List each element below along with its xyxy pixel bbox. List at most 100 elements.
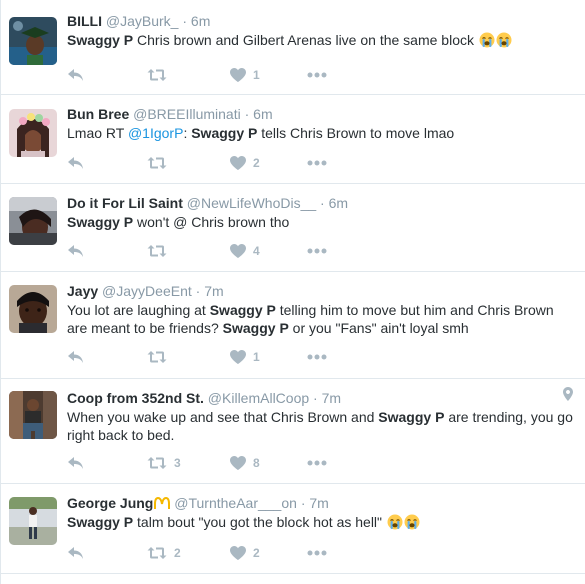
like-button[interactable]: 1	[230, 348, 260, 366]
tweet-text: Swaggy P talm bout "you got the block ho…	[67, 513, 575, 531]
tweet-text: Swaggy P won't @ Chris brown tho	[67, 213, 575, 231]
retweet-button[interactable]: 3	[147, 454, 181, 472]
more-options-icon	[307, 354, 327, 360]
highlighted-term: Swaggy P	[67, 32, 134, 48]
more-options-icon	[307, 550, 327, 556]
retweet-button[interactable]: 2	[147, 544, 181, 562]
display-name[interactable]: Do it For Lil Saint	[67, 195, 183, 211]
tweet-actions: 38	[67, 454, 367, 472]
more-button[interactable]	[307, 66, 327, 84]
more-button[interactable]	[307, 154, 327, 172]
timeline-feed: BILLI @JayBurk_ · 6m Swaggy P Chris brow…	[0, 0, 585, 584]
avatar[interactable]	[9, 285, 57, 333]
reply-icon	[67, 350, 84, 364]
timestamp[interactable]: 7m	[322, 390, 341, 406]
like-button[interactable]: 2	[230, 544, 260, 562]
reply-button[interactable]	[67, 242, 91, 260]
username[interactable]: @JayyDeeEnt	[102, 283, 192, 299]
avatar[interactable]	[9, 197, 57, 245]
tweet[interactable]: BILLI @JayBurk_ · 6m Swaggy P Chris brow…	[1, 0, 585, 95]
display-name[interactable]: BILLI	[67, 13, 102, 29]
text-segment: won't @ Chris brown tho	[133, 214, 290, 230]
avatar[interactable]	[9, 391, 57, 439]
tweet-actions: 22	[67, 544, 367, 562]
like-button[interactable]: 1	[230, 66, 260, 84]
retweet-button[interactable]	[147, 154, 174, 172]
username[interactable]: @NewLifeWhoDis__	[187, 195, 316, 211]
more-options-icon	[307, 160, 327, 166]
like-button[interactable]: 8	[230, 454, 260, 472]
more-button[interactable]	[307, 544, 327, 562]
text-segment: tells Chris Brown to move lmao	[257, 125, 455, 141]
text-segment: or you "Fans" ain't loyal smh	[288, 320, 469, 336]
like-button[interactable]: 4	[230, 242, 260, 260]
separator: ·	[313, 390, 318, 406]
like-count: 2	[253, 546, 260, 560]
highlighted-term: Swaggy P	[209, 302, 276, 318]
crying-face-emoji-icon	[479, 32, 495, 48]
timestamp[interactable]: 6m	[191, 13, 210, 29]
tweet[interactable]: Bun Bree @BREEIlluminati · 6m Lmao RT @1…	[1, 95, 585, 184]
reply-icon	[67, 68, 84, 82]
reply-button[interactable]	[67, 348, 91, 366]
tweet-header: BILLI @JayBurk_ · 6m	[67, 12, 575, 30]
reply-button[interactable]	[67, 154, 91, 172]
username[interactable]: @BREEIlluminati	[133, 106, 241, 122]
text-segment: Chris brown and Gilbert Arenas live on t…	[133, 32, 478, 48]
tweet-header: Do it For Lil Saint @NewLifeWhoDis__ · 6…	[67, 194, 575, 212]
tweet-content: Do it For Lil Saint @NewLifeWhoDis__ · 6…	[67, 184, 575, 231]
avatar[interactable]	[9, 497, 57, 545]
display-name[interactable]: George Jung	[67, 495, 153, 511]
display-name[interactable]: Coop from 352nd St.	[67, 390, 204, 406]
retweet-icon	[147, 156, 167, 170]
more-button[interactable]	[307, 348, 327, 366]
tweet-text: Lmao RT @1IgorP: Swaggy P tells Chris Br…	[67, 124, 575, 142]
tweet-actions: 1	[67, 348, 367, 366]
tweet-text: You lot are laughing at Swaggy P telling…	[67, 301, 575, 337]
timestamp[interactable]: 7m	[309, 495, 328, 511]
text-segment: talm bout "you got the block hot as hell…	[133, 514, 386, 530]
reply-icon	[67, 546, 84, 560]
display-name[interactable]: Bun Bree	[67, 106, 129, 122]
retweet-icon	[147, 456, 167, 470]
tweet[interactable]: Jayy @JayyDeeEnt · 7m You lot are laughi…	[1, 272, 585, 379]
timestamp[interactable]: 6m	[253, 106, 272, 122]
reply-icon	[67, 244, 84, 258]
more-options-icon	[307, 72, 327, 78]
avatar[interactable]	[9, 109, 57, 157]
highlighted-term: Swaggy P	[191, 125, 258, 141]
retweet-button[interactable]	[147, 66, 174, 84]
tweet-content: Jayy @JayyDeeEnt · 7m You lot are laughi…	[67, 272, 575, 337]
separator: ·	[300, 495, 306, 511]
tweet[interactable]: Coop from 352nd St. @KillemAllCoop · 7m …	[1, 379, 585, 484]
username[interactable]: @KillemAllCoop	[208, 390, 309, 406]
display-name[interactable]: Jayy	[67, 283, 98, 299]
tweet-actions: 4	[67, 242, 367, 260]
username[interactable]: @JayBurk_	[106, 13, 179, 29]
separator: ·	[182, 13, 188, 29]
highlighted-term: Swaggy P	[378, 409, 445, 425]
retweet-icon	[147, 350, 167, 364]
like-count: 1	[253, 350, 260, 364]
reply-button[interactable]	[67, 66, 91, 84]
more-button[interactable]	[307, 454, 327, 472]
retweet-count: 3	[174, 456, 181, 470]
text-segment: You lot are laughing at	[67, 302, 210, 318]
retweet-button[interactable]	[147, 242, 174, 260]
tweet[interactable]: George Jung @TurntheAar___on · 7m Swaggy…	[1, 484, 585, 574]
tweet[interactable]: Do it For Lil Saint @NewLifeWhoDis__ · 6…	[1, 184, 585, 272]
username[interactable]: @TurntheAar___on	[174, 495, 297, 511]
retweet-count: 2	[174, 546, 181, 560]
mention-link[interactable]: @1IgorP	[128, 125, 183, 141]
avatar[interactable]	[9, 17, 57, 65]
retweet-icon	[147, 68, 167, 82]
timestamp[interactable]: 6m	[329, 195, 348, 211]
location-pin-icon[interactable]	[563, 387, 573, 401]
reply-button[interactable]	[67, 544, 91, 562]
like-icon	[230, 156, 246, 170]
timestamp[interactable]: 7m	[204, 283, 223, 299]
reply-button[interactable]	[67, 454, 91, 472]
more-button[interactable]	[307, 242, 327, 260]
like-button[interactable]: 2	[230, 154, 260, 172]
retweet-button[interactable]	[147, 348, 174, 366]
